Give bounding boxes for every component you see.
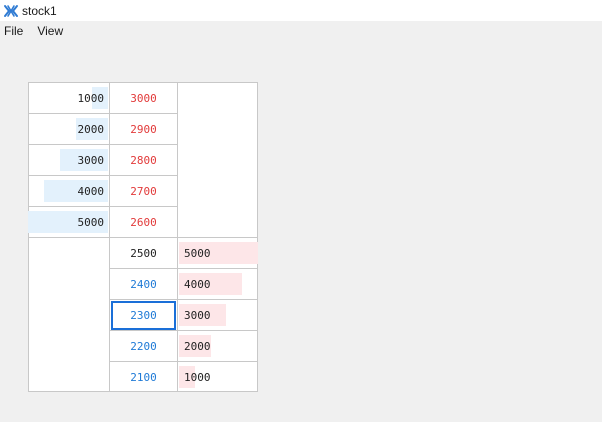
ask-price-cell[interactable]: 3000 — [110, 83, 177, 114]
bid-qty-cell[interactable]: 3000 — [29, 145, 109, 176]
bid-qty-value: 3000 — [77, 154, 105, 167]
order-book-table: 1000 3000 2000 2900 3000 2800 4000 2700 5000 2600… — [28, 82, 258, 392]
ask-price-value: 3000 — [130, 92, 157, 105]
app-logo-icon — [4, 4, 18, 17]
ask-qty-value: 4000 — [184, 278, 211, 291]
bid-qty-value: 4000 — [77, 185, 105, 198]
ask-qty-cell[interactable]: 2000 — [178, 331, 257, 362]
bid-price-cell[interactable]: 2100 — [110, 362, 177, 393]
bid-qty-value: 2000 — [77, 123, 105, 136]
menu-bar: File View — [0, 21, 602, 41]
ask-qty-value: 5000 — [184, 247, 211, 260]
ask-qty-value: 1000 — [184, 371, 211, 384]
bid-qty-value: 1000 — [77, 92, 105, 105]
title-bar: stock1 — [0, 0, 602, 21]
ask-price-value: 2800 — [130, 154, 157, 167]
ask-price-cell[interactable]: 2600 — [110, 207, 177, 238]
ask-qty-cell[interactable]: 4000 — [178, 269, 257, 300]
bid-price-value: 2500 — [130, 247, 157, 260]
selected-price-cell[interactable]: 2300 — [110, 300, 177, 331]
window-title: stock1 — [22, 3, 57, 18]
bid-qty-cell[interactable]: 4000 — [29, 176, 109, 207]
ask-qty-value: 2000 — [184, 340, 211, 353]
bid-price-value: 2100 — [130, 371, 157, 384]
bid-price-value: 2400 — [130, 278, 157, 291]
bid-price-cell[interactable]: 2200 — [110, 331, 177, 362]
bid-price-cell[interactable]: 2400 — [110, 269, 177, 300]
bid-price-value: 2300 — [130, 309, 157, 322]
ask-price-cell[interactable]: 2700 — [110, 176, 177, 207]
bid-price-value: 2200 — [130, 340, 157, 353]
bid-price-cell[interactable]: 2500 — [110, 238, 177, 269]
ask-price-cell[interactable]: 2900 — [110, 114, 177, 145]
menu-view[interactable]: View — [33, 24, 68, 38]
ask-price-value: 2900 — [130, 123, 157, 136]
ask-qty-cell[interactable]: 5000 — [178, 238, 258, 269]
bid-qty-value: 5000 — [77, 216, 105, 229]
ask-price-value: 2600 — [130, 216, 157, 229]
ask-qty-cell[interactable]: 3000 — [178, 300, 257, 331]
ask-qty-value: 3000 — [184, 309, 211, 322]
bid-qty-cell[interactable]: 5000 — [28, 207, 109, 238]
ask-qty-cell[interactable]: 1000 — [178, 362, 257, 393]
ask-price-cell[interactable]: 2800 — [110, 145, 177, 176]
menu-file[interactable]: File — [0, 24, 28, 38]
ask-price-value: 2700 — [130, 185, 157, 198]
bid-qty-cell[interactable]: 2000 — [29, 114, 109, 145]
bid-qty-cell[interactable]: 1000 — [29, 83, 109, 114]
